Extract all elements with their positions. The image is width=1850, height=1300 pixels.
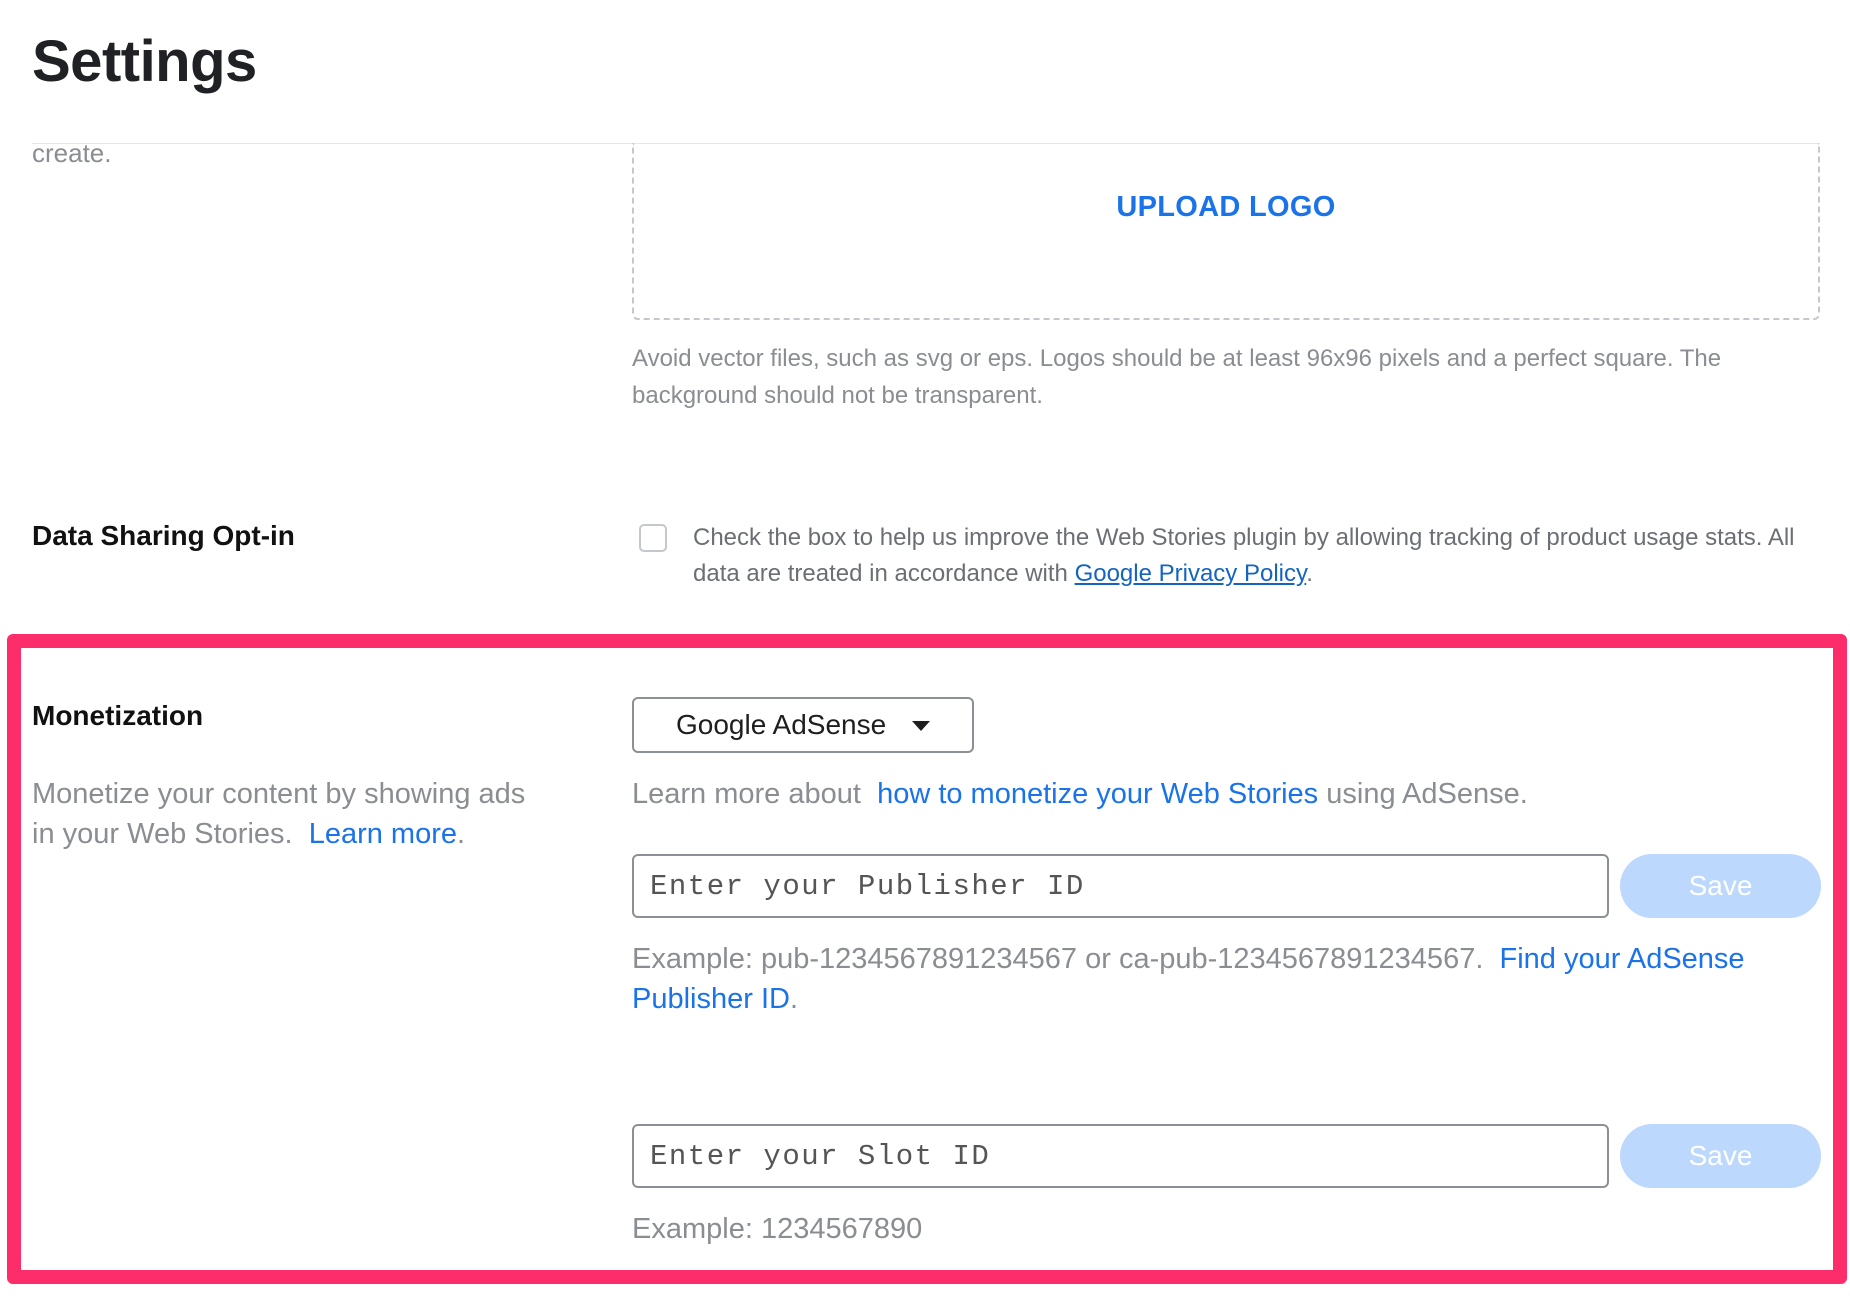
- ad-network-dropdown[interactable]: Google AdSense: [632, 697, 974, 753]
- adsense-learn-more-prefix: Learn more about: [632, 778, 861, 810]
- adsense-learn-more: Learn more about how to monetize your We…: [632, 774, 1812, 814]
- logo-section-description-fragment: create.: [32, 138, 112, 168]
- data-sharing-description: Check the box to help us improve the Web…: [693, 520, 1833, 592]
- data-sharing-label: Data Sharing Opt-in: [32, 520, 295, 551]
- publisher-id-example: Example: pub-1234567891234567 or ca-pub-…: [632, 939, 1812, 1019]
- ad-network-selected: Google AdSense: [676, 709, 887, 740]
- monetize-web-stories-link[interactable]: how to monetize your Web Stories: [877, 778, 1318, 810]
- data-sharing-checkbox[interactable]: [639, 524, 667, 552]
- data-sharing-text-end: .: [1306, 560, 1313, 587]
- slot-id-save-button[interactable]: Save: [1620, 1124, 1821, 1188]
- slot-id-input[interactable]: [632, 1124, 1609, 1188]
- settings-page: Settings create. UPLOAD LOGO Avoid vecto…: [0, 0, 1850, 1300]
- logo-dropzone[interactable]: UPLOAD LOGO: [632, 143, 1820, 320]
- publisher-id-input[interactable]: [632, 854, 1609, 918]
- publisher-id-example-end: .: [789, 983, 799, 1015]
- publisher-id-example-text: Example: pub-1234567891234567 or ca-pub-…: [632, 943, 1484, 975]
- page-title: Settings: [32, 29, 257, 94]
- privacy-policy-link[interactable]: Google Privacy Policy: [1075, 560, 1307, 587]
- monetization-description-end: .: [457, 818, 466, 850]
- slot-id-example: Example: 1234567890: [632, 1213, 923, 1245]
- publisher-id-save-button[interactable]: Save: [1620, 854, 1821, 918]
- monetization-label: Monetization: [32, 700, 204, 731]
- logo-help-text: Avoid vector files, such as svg or eps. …: [632, 345, 1722, 409]
- monetization-learn-more-link[interactable]: Learn more: [309, 818, 457, 850]
- caret-down-icon: [912, 721, 930, 731]
- adsense-learn-more-suffix: using AdSense.: [1318, 778, 1528, 810]
- upload-logo-button[interactable]: UPLOAD LOGO: [1116, 191, 1335, 224]
- monetization-description: Monetize your content by showing ads in …: [32, 774, 532, 854]
